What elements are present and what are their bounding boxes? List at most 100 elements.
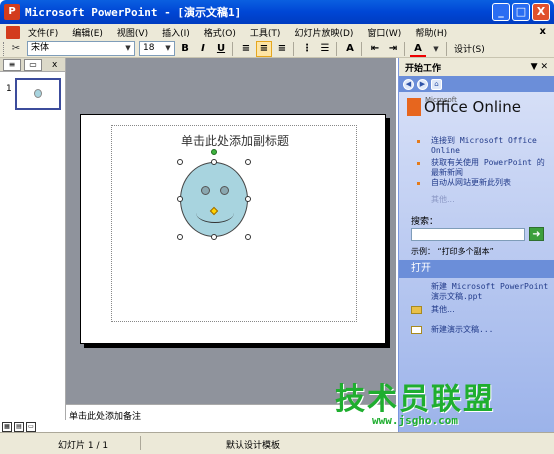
link-new-presentation-file[interactable]: 新建 Microsoft PowerPoint 演示文稿.ppt <box>431 282 551 302</box>
window-title: Microsoft PowerPoint - [演示文稿1] <box>25 6 242 19</box>
slide-editor: 单击此处添加副标题 <box>66 58 396 404</box>
home-icon[interactable]: ⌂ <box>431 78 442 90</box>
smiley-face <box>180 162 248 237</box>
resize-handle-n[interactable] <box>211 159 217 165</box>
bold-button[interactable]: B <box>177 41 193 57</box>
logo-microsoft: Microsoft <box>425 96 457 104</box>
chevron-down-icon[interactable]: ▼ <box>429 42 443 56</box>
slides-panel: ≡ ▭ x 1 <box>0 58 66 420</box>
chevron-down-icon: ▼ <box>125 44 131 52</box>
resize-handle-se[interactable] <box>245 234 251 240</box>
underline-button[interactable]: U <box>213 41 229 57</box>
menu-view[interactable]: 视图(V) <box>117 26 148 39</box>
resize-handle-s[interactable] <box>211 234 217 240</box>
italic-button[interactable]: I <box>195 41 211 57</box>
slides-tab-icon[interactable]: ▭ <box>24 58 42 71</box>
font-color-button[interactable]: A <box>410 41 426 57</box>
link-more-1[interactable]: 其他... <box>431 194 455 205</box>
chevron-down-icon: ▼ <box>165 44 171 52</box>
bullet-icon <box>417 162 420 165</box>
slide-thumbnail[interactable] <box>15 78 61 110</box>
toolbar-separator <box>404 41 405 56</box>
notes-placeholder: 单击此处添加备注 <box>69 412 142 422</box>
panel-close-icon[interactable]: x <box>52 60 57 70</box>
forward-icon[interactable]: ▶ <box>417 78 428 90</box>
search-go-button[interactable]: ➜ <box>529 227 544 241</box>
panel-tabs: ≡ ▭ x <box>0 58 65 72</box>
status-separator <box>140 436 141 450</box>
office-logo-icon <box>407 98 421 116</box>
watermark: 技术员联盟 www.jsgho.com <box>326 382 504 427</box>
menu-file[interactable]: 文件(F) <box>28 26 58 39</box>
slideshow-icon[interactable]: ▭ <box>26 422 36 432</box>
menu-insert[interactable]: 插入(I) <box>162 26 190 39</box>
menu-tools[interactable]: 工具(T) <box>250 26 281 39</box>
font-name-select[interactable]: 宋体 ▼ <box>27 41 135 56</box>
link-new-presentation[interactable]: 新建演示文稿... <box>431 325 493 335</box>
task-pane-title[interactable]: 开始工作 <box>405 61 441 74</box>
link-powerpoint-news[interactable]: 获取有关使用 PowerPoint 的最新新闻 <box>431 158 551 178</box>
slide-canvas[interactable]: 单击此处添加副标题 <box>80 114 386 344</box>
link-more-2[interactable]: 其他... <box>431 304 455 315</box>
toolbar-separator <box>361 41 362 56</box>
numbered-list-icon[interactable]: ⋮ <box>299 41 315 57</box>
increase-font-icon[interactable]: A <box>342 41 358 57</box>
toolbar-grip[interactable] <box>3 41 6 56</box>
smiley-eye-right <box>220 186 229 195</box>
search-label: 搜索： <box>411 217 439 227</box>
office-online-logo[interactable]: Microsoft Office Online <box>407 96 521 116</box>
document-icon[interactable] <box>6 25 20 39</box>
design-button[interactable]: 设计(S) <box>454 42 485 55</box>
align-center-icon[interactable]: ≡ <box>256 40 272 57</box>
menu-format[interactable]: 格式(O) <box>204 26 236 39</box>
back-icon[interactable]: ◀ <box>403 78 414 90</box>
search-input[interactable] <box>411 228 525 241</box>
outline-tab-icon[interactable]: ≡ <box>3 58 21 71</box>
minimize-button[interactable]: _ <box>492 3 510 21</box>
menu-slideshow[interactable]: 幻灯片放映(D) <box>294 26 353 39</box>
cut-icon[interactable]: ✂ <box>9 42 23 56</box>
task-pane-nav: ◀ ▶ ⌂ <box>399 76 554 92</box>
resize-handle-nw[interactable] <box>177 159 183 165</box>
powerpoint-icon[interactable]: P <box>4 4 20 20</box>
toolbar-separator <box>293 41 294 56</box>
resize-handle-e[interactable] <box>245 196 251 202</box>
link-connect-office-online[interactable]: 连接到 Microsoft Office Online <box>431 136 549 156</box>
resize-handle-w[interactable] <box>177 196 183 202</box>
close-button[interactable]: X <box>532 3 550 21</box>
task-pane-header: 开始工作 ▼ ✕ <box>399 58 554 76</box>
normal-view-icon[interactable]: ▦ <box>2 422 12 432</box>
folder-icon <box>411 306 422 314</box>
status-slide-info: 幻灯片 1 / 1 <box>58 441 109 451</box>
bullet-icon <box>417 182 420 185</box>
menu-edit[interactable]: 编辑(E) <box>72 26 103 39</box>
menu-window[interactable]: 窗口(W) <box>367 26 401 39</box>
menu-bar: 文件(F) 编辑(E) 视图(V) 插入(I) 格式(O) 工具(T) 幻灯片放… <box>0 24 554 40</box>
subtitle-placeholder[interactable]: 单击此处添加副标题 <box>111 125 357 322</box>
smiley-shape[interactable] <box>177 149 251 240</box>
font-size-value: 18 <box>143 43 155 53</box>
bullet-list-icon[interactable]: ☰ <box>317 41 333 57</box>
align-left-icon[interactable]: ≡ <box>238 41 254 57</box>
resize-handle-sw[interactable] <box>177 234 183 240</box>
link-auto-update[interactable]: 自动从网站更新此列表 <box>431 178 554 188</box>
maximize-button[interactable]: □ <box>512 3 530 21</box>
resize-handle-ne[interactable] <box>245 159 251 165</box>
status-design-template: 默认设计模板 <box>226 441 281 451</box>
rotation-handle[interactable] <box>211 149 217 155</box>
task-pane-body: Microsoft Office Online 连接到 Microsoft Of… <box>399 92 554 432</box>
font-size-select[interactable]: 18 ▼ <box>139 41 175 56</box>
slide-sorter-icon[interactable]: ▤ <box>14 422 24 432</box>
toolbar-separator <box>446 41 447 56</box>
decrease-indent-icon[interactable]: ⇤ <box>367 41 383 57</box>
bullet-icon <box>417 140 420 143</box>
increase-indent-icon[interactable]: ⇥ <box>385 41 401 57</box>
toolbar-separator <box>336 41 337 56</box>
smiley-thumbnail-icon <box>34 89 42 98</box>
align-right-icon[interactable]: ≡ <box>274 41 290 57</box>
document-close-icon[interactable]: x <box>540 26 546 37</box>
task-pane-menu-icon[interactable]: ▼ ✕ <box>531 62 548 72</box>
font-name-value: 宋体 <box>31 43 50 53</box>
toolbar-separator <box>232 41 233 56</box>
menu-help[interactable]: 帮助(H) <box>415 26 447 39</box>
